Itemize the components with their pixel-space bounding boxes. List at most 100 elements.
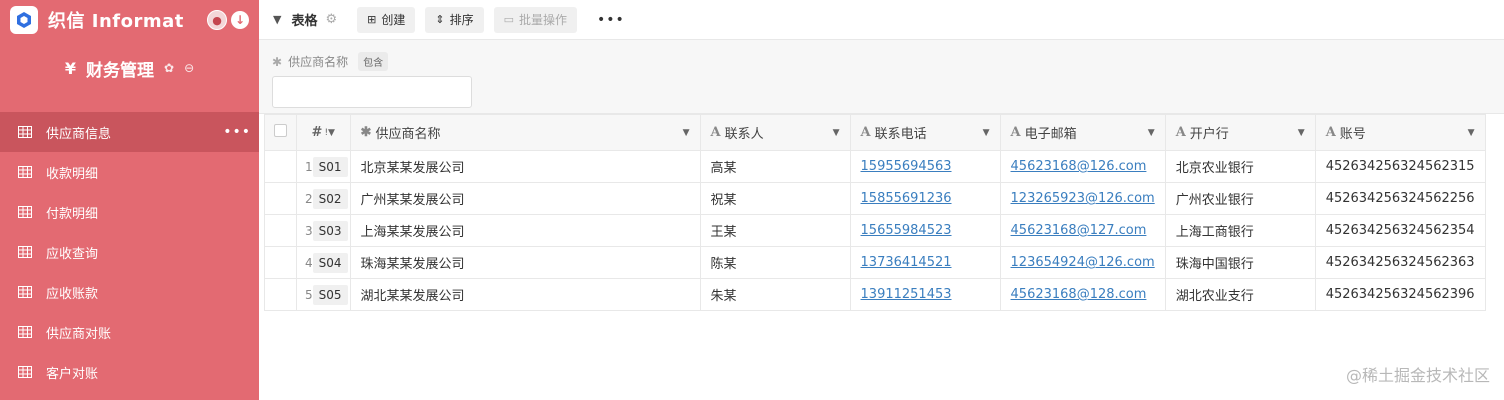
header-row-number[interactable]: # !▼ [296,114,351,151]
header-bank[interactable]: A 开户行 ▼ [1164,114,1316,151]
row-number-cell: 1 S01 [296,150,351,183]
record-id[interactable]: S01 [312,156,348,177]
select-all-checkbox[interactable] [274,124,287,137]
row-checkbox-cell[interactable] [264,246,297,279]
row-checkbox-cell[interactable] [264,150,297,183]
table-row[interactable]: 1 S01 北京某某发展公司 高某 15955694563 45623168@126.co… [264,150,1486,183]
supplier-name-cell[interactable]: 珠海某某发展公司 [349,246,701,279]
supplier-name-cell[interactable]: 湖北某某发展公司 [349,278,701,311]
sidebar-item[interactable]: 供应商对账 [0,312,259,352]
table-row[interactable]: 3 S03 上海某某发展公司 王某 15655984523 45623168@127.co… [264,214,1486,247]
header-select-all[interactable] [264,114,297,151]
email-link[interactable]: 123654924@126.com [1011,255,1155,270]
sort-down-icon: !▼ [324,127,335,138]
sidebar-item[interactable]: 供应商信息 ••• [0,112,259,152]
header-supplier-name[interactable]: ✱ 供应商名称 ▼ [349,114,701,151]
sort-button[interactable]: ⇕ 排序 [425,6,484,33]
bank-cell[interactable]: 湖北农业支行 [1164,278,1316,311]
email-cell[interactable]: 123654924@126.com [999,246,1166,279]
row-checkbox-cell[interactable] [264,182,297,215]
more-options-icon[interactable]: ••• [597,12,625,28]
account-cell[interactable]: 452634256324562256 [1314,182,1486,215]
create-button[interactable]: ⊞ 创建 [357,6,416,33]
header-account[interactable]: A 账号 ▼ [1314,114,1486,151]
account-cell[interactable]: 452634256324562315 [1314,150,1486,183]
table-grid-icon [18,206,32,218]
email-link[interactable]: 123265923@126.com [1011,191,1155,206]
sidebar-item[interactable]: 客户对账 [0,352,259,392]
bank-cell[interactable]: 珠海中国银行 [1164,246,1316,279]
contact-cell[interactable]: 陈某 [699,246,851,279]
text-type-icon: A [1325,125,1336,140]
email-cell[interactable]: 45623168@128.com [999,278,1166,311]
contact-cell[interactable]: 王某 [699,214,851,247]
sidebar-item-label: 收款明细 [46,166,99,182]
email-link[interactable]: 45623168@127.com [1011,223,1147,238]
chevron-down-icon[interactable]: ▼ [983,128,990,138]
email-cell[interactable]: 123265923@126.com [999,182,1166,215]
email-link[interactable]: 45623168@126.com [1011,159,1147,174]
chevron-down-icon[interactable]: ▼ [683,128,690,138]
phone-cell[interactable]: 13911251453 [849,278,1001,311]
phone-link[interactable]: 15955694563 [861,159,952,174]
sidebar-item[interactable]: 付款明细 [0,192,259,232]
supplier-name-cell[interactable]: 上海某某发展公司 [349,214,701,247]
account-cell[interactable]: 452634256324562363 [1314,246,1486,279]
chevron-down-icon[interactable]: ▼ [273,13,281,26]
sidebar-item[interactable]: 应收账款 [0,272,259,312]
phone-link[interactable]: 13736414521 [861,255,952,270]
record-id[interactable]: S03 [312,220,348,241]
table-row[interactable]: 5 S05 湖北某某发展公司 朱某 13911251453 45623168@128.co… [264,278,1486,311]
collapse-icon[interactable]: ⊖ [184,61,194,75]
chevron-down-icon[interactable]: ▼ [833,128,840,138]
filter-operator-badge[interactable]: 包含 [358,52,389,71]
contact-cell[interactable]: 高某 [699,150,851,183]
header-email[interactable]: A 电子邮箱 ▼ [999,114,1166,151]
filter-input[interactable] [272,76,472,108]
table-row[interactable]: 4 S04 珠海某某发展公司 陈某 13736414521 123654924@126.c… [264,246,1486,279]
record-id[interactable]: S05 [312,284,348,305]
account-cell[interactable]: 452634256324562354 [1314,214,1486,247]
chevron-down-icon[interactable]: ▼ [1148,128,1155,138]
phone-link[interactable]: 15655984523 [861,223,952,238]
phone-link[interactable]: 13911251453 [861,287,952,302]
download-icon[interactable]: ↓ [231,11,249,29]
sort-button-label: 排序 [449,13,474,27]
supplier-name-cell[interactable]: 广州某某发展公司 [349,182,701,215]
header-contact[interactable]: A 联系人 ▼ [699,114,851,151]
contact-cell[interactable]: 祝某 [699,182,851,215]
module-title-text: 财务管理 [86,60,154,81]
view-settings-icon[interactable]: ⚙ [325,12,337,27]
user-avatar[interactable]: ● [207,10,227,30]
bank-cell[interactable]: 广州农业银行 [1164,182,1316,215]
table-row[interactable]: 2 S02 广州某某发展公司 祝某 15855691236 123265923@126.c… [264,182,1486,215]
bank-cell[interactable]: 北京农业银行 [1164,150,1316,183]
more-options-icon[interactable]: ••• [223,124,251,140]
phone-cell[interactable]: 13736414521 [849,246,1001,279]
module-title: ¥ 财务管理 ✿ ⊖ [0,40,259,96]
sidebar-item[interactable]: 收款明细 [0,152,259,192]
chevron-down-icon[interactable]: ▼ [1468,128,1475,138]
record-id[interactable]: S04 [312,252,348,273]
account-cell[interactable]: 452634256324562396 [1314,278,1486,311]
header-phone[interactable]: A 联系电话 ▼ [849,114,1001,151]
phone-cell[interactable]: 15855691236 [849,182,1001,215]
email-cell[interactable]: 45623168@126.com [999,150,1166,183]
phone-cell[interactable]: 15955694563 [849,150,1001,183]
batch-operation-button[interactable]: ▭ 批量操作 [493,6,578,33]
phone-cell[interactable]: 15655984523 [849,214,1001,247]
record-id[interactable]: S02 [312,188,348,209]
bank-cell[interactable]: 上海工商银行 [1164,214,1316,247]
chevron-down-icon[interactable]: ▼ [1298,128,1305,138]
supplier-name-cell[interactable]: 北京某某发展公司 [349,150,701,183]
row-checkbox-cell[interactable] [264,214,297,247]
sidebar-item-label: 付款明细 [46,206,99,222]
email-cell[interactable]: 45623168@127.com [999,214,1166,247]
contact-cell[interactable]: 朱某 [699,278,851,311]
email-link[interactable]: 45623168@128.com [1011,287,1147,302]
phone-link[interactable]: 15855691236 [861,191,952,206]
app-logo[interactable] [10,6,38,34]
settings-icon[interactable]: ✿ [164,61,174,75]
sidebar-item[interactable]: 应收查询 [0,232,259,272]
row-checkbox-cell[interactable] [264,278,297,311]
